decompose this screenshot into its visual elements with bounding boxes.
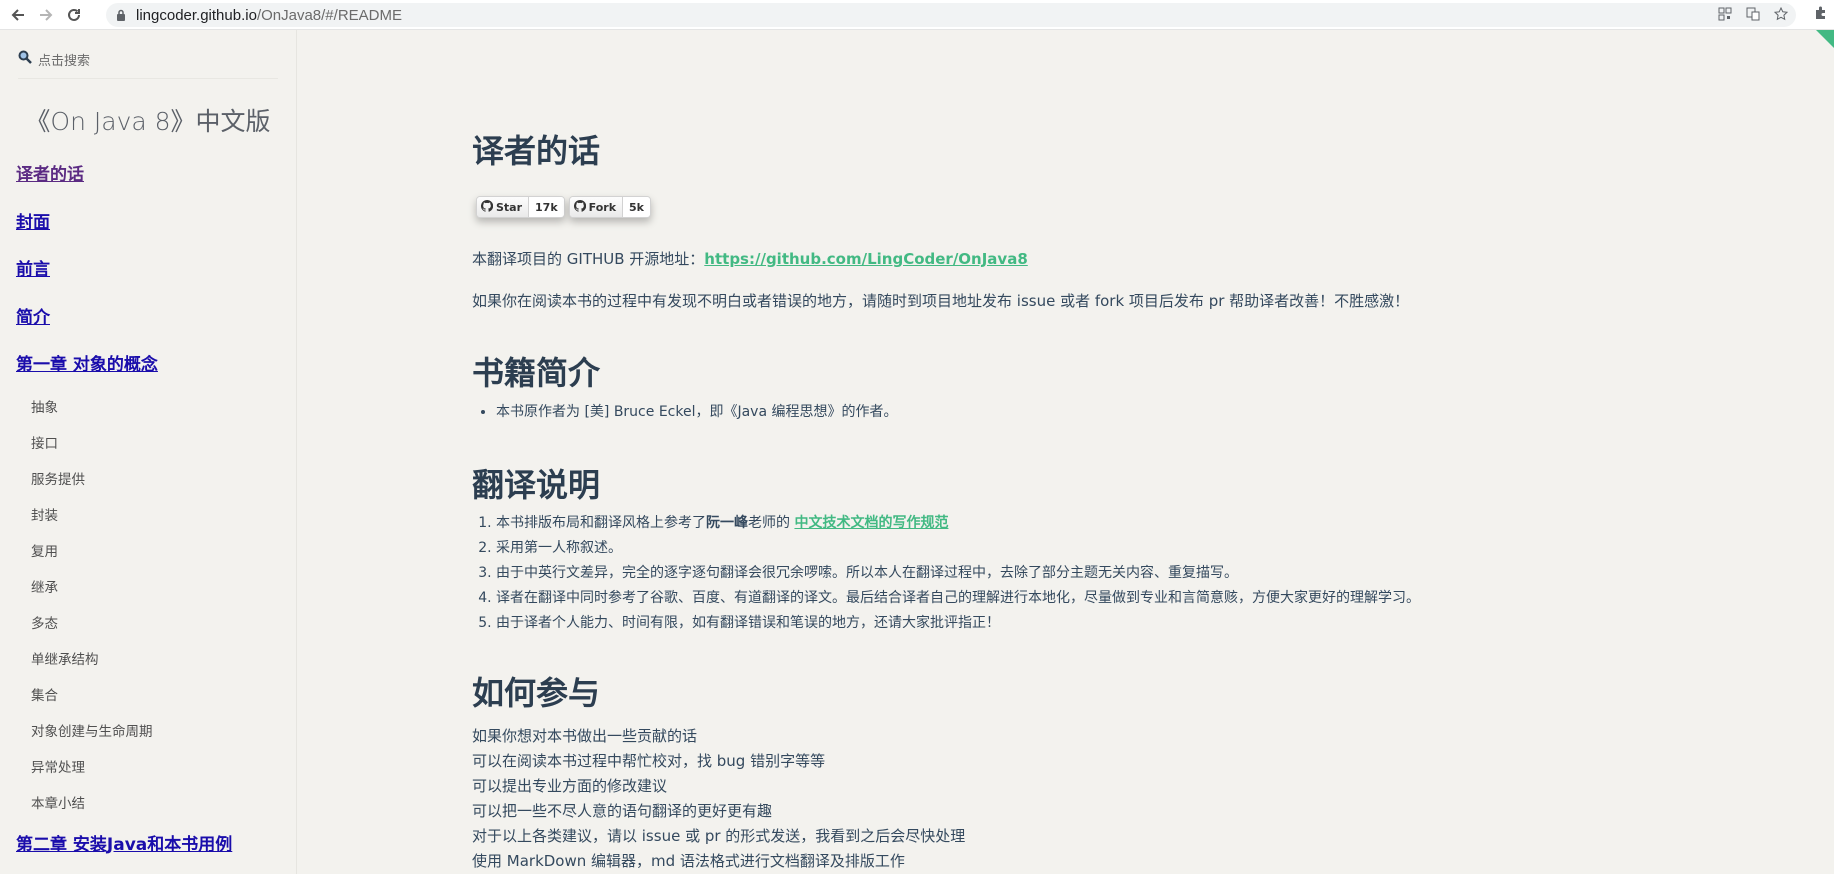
list-item: 采用第一人称叙述。	[496, 536, 1420, 561]
url-text: lingcoder.github.io/OnJava8/#/README	[136, 6, 402, 24]
browser-toolbar: lingcoder.github.io/OnJava8/#/README	[0, 0, 1834, 30]
repo-line: 本翻译项目的 GITHUB 开源地址：https://github.com/Li…	[472, 250, 1028, 268]
address-bar[interactable]: lingcoder.github.io/OnJava8/#/README	[106, 3, 1796, 27]
back-button[interactable]	[4, 0, 32, 30]
paragraph-line: 如果你想对本书做出一些贡献的话	[472, 727, 698, 745]
extensions-puzzle-icon[interactable]	[1814, 5, 1828, 25]
sidebar: 点击搜索 《On Java 8》中文版 译者的话 封面 前言 简介 第一章 对象的概念抽…	[0, 30, 297, 874]
sidebar-section-link[interactable]: 服务提供	[16, 462, 232, 498]
forward-button[interactable]	[32, 0, 60, 30]
table-of-contents: 译者的话 封面 前言 简介 第一章 对象的概念 抽象 接口 服务提供 封装 复用 继承 多态 单继承结构…	[16, 152, 232, 869]
sidebar-section-link[interactable]: 对象创建与生命周期	[16, 714, 232, 750]
sidebar-section-link[interactable]: 集合	[16, 678, 232, 714]
translation-heading: 翻译说明	[472, 466, 601, 504]
paragraph-line: 可以提出专业方面的修改建议	[472, 777, 668, 795]
sidebar-section-link[interactable]: 抽象	[16, 390, 232, 426]
sidebar-section-link[interactable]: 异常处理	[16, 750, 232, 786]
bookmark-star-icon[interactable]	[1773, 6, 1789, 25]
github-icon	[573, 199, 586, 215]
sidebar-section-link[interactable]: 复用	[16, 534, 232, 570]
writing-spec-link[interactable]: 中文技术文档的写作规范	[794, 515, 948, 531]
translate-icon[interactable]	[1746, 6, 1760, 25]
sidebar-chapter-link[interactable]: 第一章 对象的概念	[16, 342, 232, 390]
sidebar-section-link[interactable]: 多态	[16, 606, 232, 642]
join-heading: 如何参与	[472, 674, 601, 712]
page-title: 译者的话	[472, 132, 601, 170]
list-item: 由于中英行文差异，完全的逐字逐句翻译会很冗余啰嗦。所以本人在翻译过程中，去除了部…	[496, 561, 1420, 586]
sidebar-section-link[interactable]: 单继承结构	[16, 642, 232, 678]
feedback-text: 如果你在阅读本书的过程中有发现不明白或者错误的地方，请随时到项目地址发布 iss…	[472, 292, 1410, 310]
list-item: 本书原作者为 [美] Bruce Eckel，即《Java 编程思想》的作者。	[496, 400, 898, 425]
arrow-left-icon	[11, 8, 24, 21]
star-badge[interactable]: Star 17k	[476, 196, 565, 218]
search-input[interactable]: 点击搜索	[38, 50, 90, 69]
search-icon	[18, 50, 32, 68]
sidebar-section-link[interactable]: 封装	[16, 498, 232, 534]
sidebar-chapter-link[interactable]: 译者的话	[16, 152, 232, 200]
book-list: 本书原作者为 [美] Bruce Eckel，即《Java 编程思想》的作者。	[472, 400, 898, 425]
repo-link[interactable]: https://github.com/LingCoder/OnJava8	[704, 250, 1027, 268]
reload-icon	[68, 8, 80, 21]
list-item: 译者在翻译中同时参考了谷歌、百度、有道翻译的译文。最后结合译者自己的理解进行本地…	[496, 586, 1420, 611]
sidebar-section-link[interactable]: 继承	[16, 570, 232, 606]
paragraph-line: 可以把一些不尽人意的语句翻译的更好更有趣	[472, 802, 773, 820]
paragraph-line: 对于以上各类建议，请以 issue 或 pr 的形式发送，我看到之后会尽快处理	[472, 827, 966, 845]
sidebar-chapter-link[interactable]: 封面	[16, 200, 232, 248]
sidebar-section-link[interactable]: 本章小结	[16, 786, 232, 822]
paragraph-line: 可以在阅读本书过程中帮忙校对，找 bug 错别字等等	[472, 752, 826, 770]
list-item: 本书排版布局和翻译风格上参考了阮一峰老师的 中文技术文档的写作规范	[496, 511, 1420, 536]
paragraph-line: 使用 MarkDown 编辑器，md 语法格式进行文档翻译及排版工作	[472, 852, 905, 870]
join-text: 如果你想对本书做出一些贡献的话可以在阅读本书过程中帮忙校对，找 bug 错别字等…	[472, 724, 965, 874]
translation-list: 本书排版布局和翻译风格上参考了阮一峰老师的 中文技术文档的写作规范 采用第一人称…	[472, 511, 1420, 636]
sidebar-section-link[interactable]: 接口	[16, 426, 232, 462]
sidebar-chapter-link[interactable]: 第二章 安装Java和本书用例	[16, 822, 232, 870]
list-item: 由于译者个人能力、时间有限，如有翻译错误和笔误的地方，还请大家批评指正！	[496, 611, 1420, 636]
github-icon	[480, 199, 494, 215]
search-box[interactable]: 点击搜索	[18, 40, 278, 79]
lock-icon	[116, 9, 126, 21]
arrow-right-icon	[40, 8, 53, 21]
sidebar-chapter-link[interactable]: 简介	[16, 295, 232, 343]
fork-badge[interactable]: Fork 5k	[568, 196, 652, 218]
github-badges: Star 17k Fork 5k	[476, 196, 652, 218]
sidebar-chapter-link[interactable]: 前言	[16, 247, 232, 295]
qr-code-icon[interactable]	[1718, 6, 1732, 25]
book-heading: 书籍简介	[472, 354, 601, 392]
app-name[interactable]: 《On Java 8》中文版	[0, 102, 296, 138]
github-corner[interactable]	[1816, 30, 1834, 48]
reload-button[interactable]	[60, 0, 88, 30]
